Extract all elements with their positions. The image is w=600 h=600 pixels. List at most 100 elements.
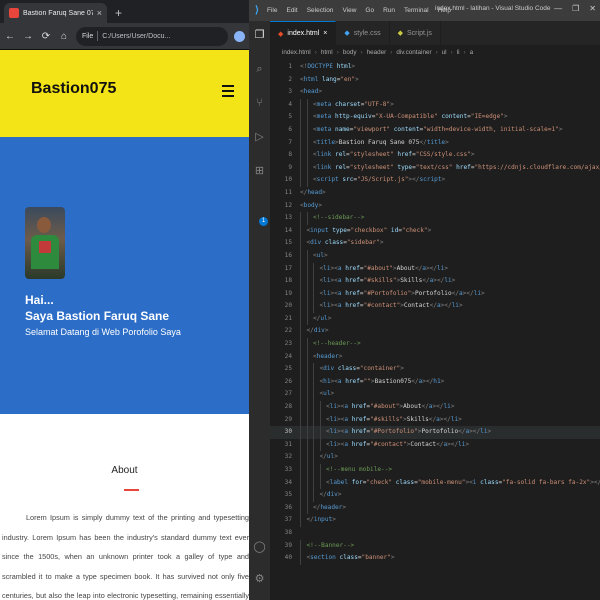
code-line[interactable]: 18 <li><a href="#skills">Skills</a></li> bbox=[270, 275, 600, 288]
code-text: <header> bbox=[313, 352, 343, 360]
source-control-icon[interactable]: ⑂ bbox=[253, 97, 266, 110]
code-line[interactable]: 14 <input type="checkbox" id="check"> bbox=[270, 224, 600, 238]
code-line[interactable]: 6 <meta name="viewport" content="width=de… bbox=[270, 123, 600, 137]
code-line[interactable]: 9 <link rel="stylesheet" type="text/css" … bbox=[270, 161, 600, 175]
code-text: <link rel="stylesheet" href="CSS/style.c… bbox=[313, 151, 475, 159]
tab-title: Bastion Faruq Sane 075 bbox=[23, 9, 93, 17]
menu-edit[interactable]: Edit bbox=[286, 7, 297, 14]
code-line[interactable]: 19 <li><a href="#Portofolio">Portofolio</… bbox=[270, 287, 600, 301]
site-brand[interactable]: Bastion075 bbox=[31, 80, 116, 98]
code-line[interactable]: 13 <!--sidebar--> bbox=[270, 212, 600, 225]
code-line[interactable]: 10 <script src="JS/Script.js"></script> bbox=[270, 174, 600, 187]
line-number: 9 bbox=[288, 163, 292, 171]
menu-terminal[interactable]: Terminal bbox=[404, 7, 429, 14]
browser-tab[interactable]: Bastion Faruq Sane 075 × bbox=[4, 3, 107, 23]
code-editor[interactable]: 1 <!DOCTYPE html> 2 <html lang="en"> 3 <head>… bbox=[270, 61, 600, 600]
explorer-icon[interactable]: ❐ bbox=[253, 29, 266, 42]
code-line[interactable]: 17 <li><a href="#about">About</a></li> bbox=[270, 262, 600, 276]
code-line[interactable]: 16 <ul> bbox=[270, 249, 600, 263]
code-line[interactable]: 28 <li><a href="#about">About</a></li> bbox=[270, 401, 600, 414]
code-line[interactable]: 40 <section class="banner"> bbox=[270, 552, 600, 565]
code-line[interactable]: 8 <link rel="stylesheet" href="CSS/style.… bbox=[270, 149, 600, 162]
breadcrumb: index.html › html › body › header › div.containe… bbox=[270, 45, 600, 60]
settings-gear-icon[interactable]: ⚙ bbox=[253, 573, 266, 586]
code-line[interactable]: 2 <html lang="en"> bbox=[270, 74, 600, 87]
extensions-icon[interactable]: ⊞ bbox=[253, 165, 266, 178]
search-icon[interactable]: ⌕ bbox=[253, 63, 266, 76]
code-line[interactable]: 12 <body> bbox=[270, 200, 600, 213]
back-button[interactable]: ← bbox=[4, 31, 16, 42]
code-line[interactable]: 25 <div class="container"> bbox=[270, 363, 600, 376]
line-number: 31 bbox=[284, 440, 292, 448]
account-icon[interactable]: ◯ bbox=[253, 541, 266, 554]
close-window-button[interactable]: ✕ bbox=[589, 4, 596, 13]
code-line[interactable]: 33 <!--menu mobile--> bbox=[270, 464, 600, 477]
code-line[interactable]: 34 <label for="check" class="mobile-menu"… bbox=[270, 476, 600, 490]
tab-index-html[interactable]: ◆ index.html × bbox=[270, 21, 337, 45]
profile-avatar[interactable] bbox=[234, 30, 245, 42]
breadcrumb-item[interactable]: ul bbox=[442, 49, 447, 56]
about-underline bbox=[124, 489, 139, 491]
forward-button[interactable]: → bbox=[22, 31, 34, 42]
breadcrumb-item[interactable]: a bbox=[470, 49, 474, 56]
code-line[interactable]: 7 <title>Bastion Faruq Sane 075</title> bbox=[270, 136, 600, 150]
breadcrumb-item[interactable]: html bbox=[321, 49, 333, 56]
home-button[interactable]: ⌂ bbox=[58, 31, 70, 42]
code-line[interactable]: 29 <li><a href="#skills">Skills</a></li> bbox=[270, 413, 600, 427]
breadcrumb-separator-icon: › bbox=[435, 49, 438, 56]
code-text: </ul> bbox=[319, 453, 338, 461]
line-number: 3 bbox=[288, 88, 292, 96]
code-text: <section class="banner"> bbox=[306, 554, 395, 562]
close-tab-icon[interactable]: × bbox=[323, 30, 327, 37]
code-line[interactable]: 24 <header> bbox=[270, 350, 600, 364]
menu-run[interactable]: Run bbox=[383, 7, 395, 14]
menu-file[interactable]: File bbox=[267, 7, 277, 14]
breadcrumb-item[interactable]: index.html bbox=[282, 49, 311, 56]
breadcrumb-item[interactable]: body bbox=[343, 49, 357, 56]
code-text: <html lang="en"> bbox=[300, 75, 359, 83]
code-line[interactable]: 27 <ul> bbox=[270, 388, 600, 402]
code-line[interactable]: 37 </input> bbox=[270, 514, 600, 527]
minimize-button[interactable]: — bbox=[554, 4, 562, 13]
line-number: 27 bbox=[284, 390, 292, 398]
code-line[interactable]: 26 <h1><a href="">Bastion075</a></h1> bbox=[270, 375, 600, 389]
code-line[interactable]: 4 <meta charset="UTF-8"> bbox=[270, 98, 600, 112]
code-line[interactable]: 31 <li><a href="#contact">Contact</a></li… bbox=[270, 438, 600, 452]
code-line[interactable]: 39 <!--Banner--> bbox=[270, 539, 600, 553]
menu-selection[interactable]: Selection bbox=[307, 7, 334, 14]
maximize-button[interactable]: ❐ bbox=[572, 4, 579, 13]
tab-style-css[interactable]: ◆ style.css bbox=[336, 21, 390, 45]
address-bar[interactable]: File C:/Users/User/Docu... bbox=[76, 26, 228, 46]
code-line[interactable]: 5 <meta http-equiv="X-UA-Compatible" cont… bbox=[270, 111, 600, 124]
reload-button[interactable]: ⟳ bbox=[40, 31, 52, 42]
new-tab-button[interactable]: + bbox=[115, 6, 122, 20]
breadcrumb-item[interactable]: li bbox=[457, 49, 460, 56]
code-line[interactable]: 3 <head> bbox=[270, 86, 600, 99]
close-tab-icon[interactable]: × bbox=[97, 8, 102, 18]
code-line[interactable]: 35 </div> bbox=[270, 489, 600, 502]
breadcrumb-item[interactable]: header bbox=[367, 49, 387, 56]
code-text: <li><a href="#skills">Skills</a></li> bbox=[319, 277, 456, 285]
code-line[interactable]: 36 </header> bbox=[270, 501, 600, 515]
address-url[interactable]: C:/Users/User/Docu... bbox=[102, 33, 170, 40]
code-line[interactable]: 1 <!DOCTYPE html> bbox=[270, 61, 600, 74]
code-line[interactable]: 15 <div class="sidebar"> bbox=[270, 237, 600, 250]
code-line[interactable]: 21 </ul> bbox=[270, 312, 600, 326]
hamburger-menu-icon[interactable] bbox=[222, 85, 234, 100]
code-text: </input> bbox=[306, 516, 336, 524]
breadcrumb-item[interactable]: div.container bbox=[396, 49, 431, 56]
code-line[interactable]: 22 </div> bbox=[270, 325, 600, 339]
code-line[interactable]: 30 <li><a href="#Portofolio">Portofolio</… bbox=[270, 426, 600, 439]
code-line[interactable]: 11 </head> bbox=[270, 187, 600, 200]
menu-go[interactable]: Go bbox=[365, 7, 374, 14]
code-text: <li><a href="#about">About</a></li> bbox=[326, 403, 455, 411]
code-line[interactable]: 20 <li><a href="#contact">Contact</a></li… bbox=[270, 300, 600, 313]
code-line[interactable]: 32 </ul> bbox=[270, 451, 600, 464]
menu-view[interactable]: View bbox=[342, 7, 356, 14]
tab-script-js[interactable]: ◆ Script.js bbox=[390, 21, 441, 45]
code-line[interactable]: 38 bbox=[270, 527, 600, 540]
code-line[interactable]: 23 <!--header--> bbox=[270, 338, 600, 351]
line-number: 4 bbox=[288, 100, 292, 108]
file-type-icon: ◆ bbox=[344, 30, 350, 37]
run-debug-icon[interactable]: ▷ bbox=[253, 131, 266, 144]
